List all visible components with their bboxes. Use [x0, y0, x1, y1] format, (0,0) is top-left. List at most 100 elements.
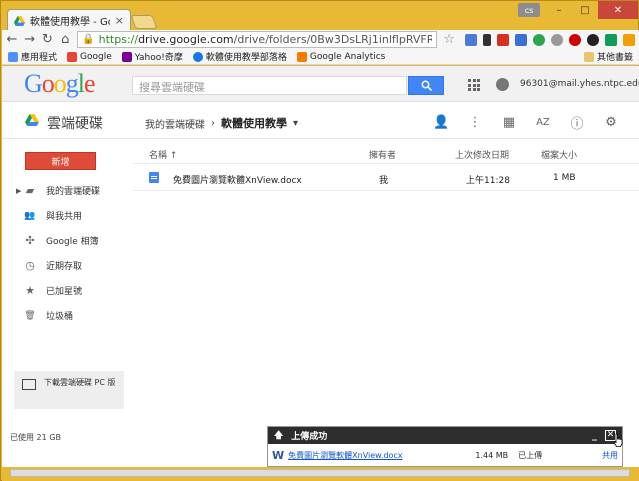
- share-link[interactable]: 共用: [602, 450, 618, 461]
- drive-page: Google 搜尋雲端硬碟 96301@mail.yhes.ntpc.edu.t…: [2, 66, 639, 467]
- table-row[interactable]: 免費圖片瀏覽軟體XnView.docx 我 上午11:28 1 MB: [133, 164, 639, 191]
- more-actions-icon[interactable]: ⋮: [467, 115, 483, 130]
- photos-icon: ✣: [25, 234, 35, 247]
- reload-icon[interactable]: ↻: [42, 32, 54, 47]
- search-icon: [421, 80, 432, 91]
- search-input[interactable]: 搜尋雲端硬碟: [132, 76, 407, 95]
- drive-extension-icon[interactable]: [604, 33, 617, 46]
- yahoo-favicon-icon: [121, 51, 132, 62]
- sidebar: 新增 ▶ ▰ 我的雲端硬碟 👥 與我共用 ✣ Google 相簿 ◷ 近期存取: [2, 140, 132, 467]
- green-extension-icon[interactable]: [532, 33, 545, 46]
- minimize-button[interactable]: –: [546, 1, 572, 19]
- bookmark-star-icon[interactable]: ☆: [443, 32, 455, 47]
- bookmark-blog[interactable]: 軟體使用教學部落格: [192, 50, 287, 63]
- column-name[interactable]: 名稱 ↑: [149, 148, 177, 161]
- drive-folder-icon: ▰: [25, 184, 35, 197]
- uploaded-file-link[interactable]: 免費圖片瀏覽軟體XnView.docx: [288, 450, 464, 461]
- home-icon[interactable]: ⌂: [59, 32, 71, 47]
- sort-az-icon[interactable]: AZ: [535, 117, 551, 128]
- google-header: Google 搜尋雲端硬碟 96301@mail.yhes.ntpc.edu.t…: [2, 66, 639, 102]
- user-badge[interactable]: cs: [518, 3, 540, 17]
- clock-icon: ◷: [25, 259, 35, 272]
- column-owner: 擁有者: [369, 151, 397, 161]
- extension-icons: [464, 33, 635, 46]
- star-icon: ★: [25, 284, 35, 297]
- chevron-down-icon[interactable]: ▾: [293, 118, 298, 129]
- back-arrow-icon[interactable]: ←: [6, 32, 18, 47]
- settings-gear-icon[interactable]: ⚙: [603, 115, 619, 130]
- new-tab-button[interactable]: [130, 15, 158, 29]
- sidebar-item-label: 與我共用: [46, 212, 83, 222]
- record-extension-icon[interactable]: [568, 33, 581, 46]
- upload-item: W 免費圖片瀏覽軟體XnView.docx 1.44 MB 已上傳 共用: [268, 444, 622, 466]
- pen-extension-icon[interactable]: [482, 33, 491, 46]
- tab-title: 軟體使用教學 - Google 雲: [30, 17, 110, 28]
- bookmark-google[interactable]: Google: [67, 51, 112, 62]
- breadcrumb-my-drive[interactable]: 我的雲端硬碟: [145, 116, 205, 131]
- table-header: 名稱 ↑ 擁有者 上次修改日期 檔案大小: [133, 140, 639, 164]
- sidebar-item-trash[interactable]: 🗑 垃圾桶: [2, 303, 132, 328]
- upload-title: 上傳成功: [291, 432, 328, 442]
- upload-panel-header: 🡅 上傳成功 _ ✕: [268, 427, 622, 444]
- google-logo[interactable]: Google: [24, 69, 96, 99]
- bookmarks-bar: 應用程式 Google Yahoo!奇摩 軟體使用教學部落格 Google An…: [2, 49, 639, 65]
- upload-status-panel: 🡅 上傳成功 _ ✕ W 免費圖片瀏覽軟體XnView.docx 1.44 MB…: [267, 426, 623, 467]
- bookmark-analytics[interactable]: Google Analytics: [296, 51, 385, 62]
- browser-toolbar: ← → ↻ ⌂ 🔒 https://drive.google.com/drive…: [2, 30, 639, 49]
- black-extension-icon[interactable]: [586, 33, 599, 46]
- blog-favicon-icon: [192, 51, 203, 62]
- expand-arrow-icon[interactable]: ▶: [16, 187, 21, 195]
- upload-arrow-icon: 🡅: [274, 430, 284, 441]
- people-icon: 👥: [24, 210, 36, 221]
- minimize-panel-icon[interactable]: _: [592, 430, 597, 441]
- new-button[interactable]: 新增: [25, 152, 96, 170]
- url-scheme: https://: [98, 33, 139, 46]
- address-bar[interactable]: 🔒 https://drive.google.com/drive/folders…: [77, 31, 438, 48]
- drive-logo-icon: [25, 114, 39, 126]
- drive-favicon-icon: [14, 15, 25, 26]
- word-file-icon: W: [272, 448, 285, 462]
- sidebar-item-recent[interactable]: ◷ 近期存取: [2, 253, 132, 278]
- apps-grid-icon: [8, 51, 18, 62]
- horizontal-scrollbar[interactable]: [2, 467, 639, 481]
- bookmark-apps[interactable]: 應用程式: [8, 50, 57, 63]
- sidebar-item-label: Google 相簿: [46, 237, 99, 247]
- column-modified: 上次修改日期: [455, 151, 510, 161]
- other-bookmarks[interactable]: 其他書籤: [583, 50, 633, 63]
- scrollbar-track[interactable]: [10, 469, 630, 477]
- blue-extension-icon[interactable]: [514, 33, 527, 46]
- maximize-button[interactable]: □: [572, 1, 598, 19]
- search-button[interactable]: [408, 76, 444, 95]
- grid-view-icon[interactable]: ▦: [501, 115, 517, 130]
- sidebar-item-photos[interactable]: ✣ Google 相簿: [2, 228, 132, 253]
- browser-window: 軟體使用教學 - Google 雲 × cs – □ ✕ ← → ↻ ⌂ 🔒 h…: [0, 0, 639, 481]
- sidebar-nav: ▶ ▰ 我的雲端硬碟 👥 與我共用 ✣ Google 相簿 ◷ 近期存取 ★ 已…: [2, 178, 132, 328]
- menu-icon[interactable]: [622, 33, 635, 46]
- google-favicon-icon: [67, 51, 78, 62]
- browser-tab[interactable]: 軟體使用教學 - Google 雲 ×: [7, 9, 131, 31]
- sidebar-item-shared[interactable]: 👥 與我共用: [2, 203, 132, 228]
- notifications-icon[interactable]: [496, 78, 509, 91]
- title-bar: 軟體使用教學 - Google 雲 × cs – □ ✕: [1, 1, 639, 31]
- grey-extension-icon[interactable]: [550, 33, 563, 46]
- bookmark-yahoo[interactable]: Yahoo!奇摩: [121, 50, 183, 63]
- sidebar-item-my-drive[interactable]: ▶ ▰ 我的雲端硬碟: [2, 178, 132, 203]
- share-person-add-icon[interactable]: 👤: [433, 115, 449, 130]
- breadcrumb-separator: ›: [211, 117, 215, 129]
- info-icon[interactable]: ⓘ: [569, 113, 585, 132]
- sidebar-item-starred[interactable]: ★ 已加星號: [2, 278, 132, 303]
- file-owner: 我: [379, 176, 389, 186]
- red-extension-icon[interactable]: [496, 33, 509, 46]
- tab-close-icon[interactable]: ×: [115, 14, 124, 27]
- close-window-button[interactable]: ✕: [598, 1, 638, 19]
- download-drive-pc-link[interactable]: 下載雲端硬碟 PC 版: [14, 371, 124, 409]
- sidebar-item-label: 我的雲端硬碟: [46, 187, 101, 197]
- account-email[interactable]: 96301@mail.yhes.ntpc.edu.tw: [520, 79, 639, 89]
- file-name: 免費圖片瀏覽軟體XnView.docx: [173, 176, 302, 186]
- apps-launcher-icon[interactable]: [468, 79, 480, 91]
- storage-usage: 已使用 21 GB: [10, 433, 61, 442]
- translate-extension-icon[interactable]: [464, 33, 477, 46]
- sidebar-item-label: 近期存取: [46, 262, 83, 272]
- forward-arrow-icon[interactable]: →: [24, 32, 36, 47]
- breadcrumb-current-folder[interactable]: 軟體使用教學: [221, 115, 287, 131]
